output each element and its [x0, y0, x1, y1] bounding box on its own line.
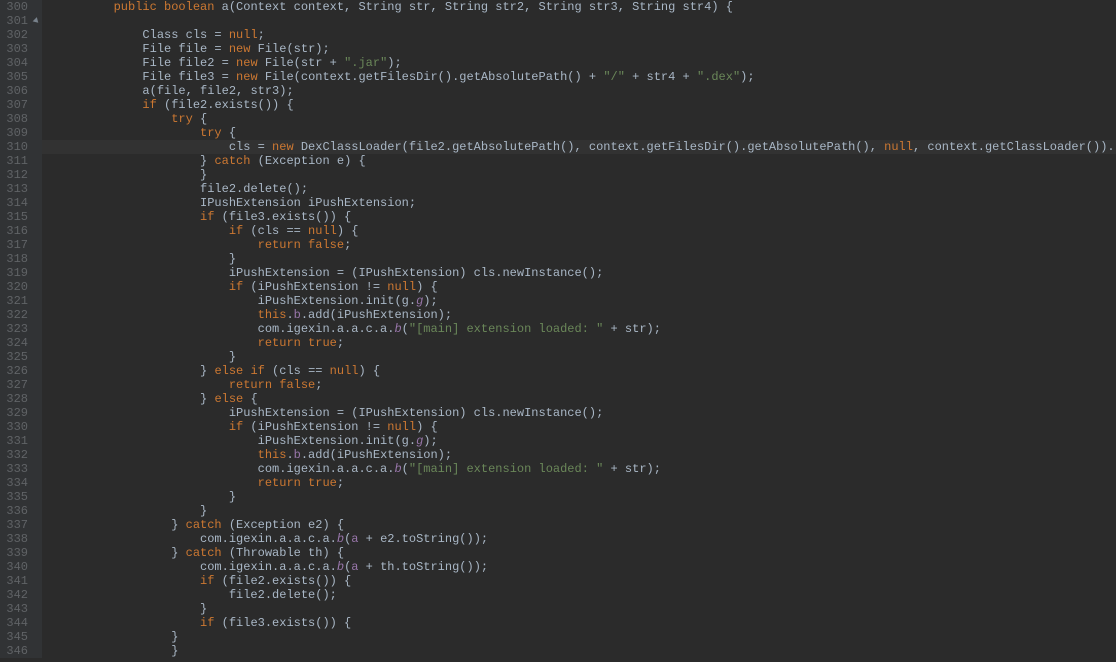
- code-line[interactable]: }: [56, 350, 1116, 364]
- line-number: 334: [0, 476, 28, 490]
- code-line[interactable]: cls = new DexClassLoader(file2.getAbsolu…: [42, 140, 1116, 154]
- line-number: 306: [0, 84, 28, 98]
- code-line[interactable]: try {: [56, 112, 1116, 126]
- code-line[interactable]: if (iPushExtension != null) {: [56, 280, 1116, 294]
- line-number: 333: [0, 462, 28, 476]
- line-number: 321: [0, 294, 28, 308]
- line-number: 339: [0, 546, 28, 560]
- code-line[interactable]: Class cls = null;: [56, 28, 1116, 42]
- line-number: 317: [0, 238, 28, 252]
- line-number: 305: [0, 70, 28, 84]
- code-line[interactable]: if (file3.exists()) {: [56, 210, 1116, 224]
- line-number: 308: [0, 112, 28, 126]
- code-line[interactable]: if (cls == null) {: [56, 224, 1116, 238]
- code-line[interactable]: return true;: [56, 476, 1116, 490]
- line-number: 304: [0, 56, 28, 70]
- line-number: 325: [0, 350, 28, 364]
- line-number: 343: [0, 602, 28, 616]
- code-line[interactable]: } else {: [56, 392, 1116, 406]
- code-line[interactable]: if (file2.exists()) {: [56, 98, 1116, 112]
- code-line[interactable]: File file3 = new File(context.getFilesDi…: [56, 70, 1116, 84]
- line-number: 336: [0, 504, 28, 518]
- line-number: 330: [0, 420, 28, 434]
- code-line[interactable]: if (file2.exists()) {: [56, 574, 1116, 588]
- code-area[interactable]: public boolean a(Context context, String…: [42, 0, 1116, 658]
- code-line[interactable]: public boolean a(Context context, String…: [56, 0, 1116, 14]
- code-line[interactable]: iPushExtension.init(g.g);: [56, 294, 1116, 308]
- code-line[interactable]: file2.delete();: [56, 588, 1116, 602]
- line-number: 328: [0, 392, 28, 406]
- line-number: 335: [0, 490, 28, 504]
- code-line[interactable]: com.igexin.a.a.c.a.b("[main] extension l…: [56, 462, 1116, 476]
- line-number: 307: [0, 98, 28, 112]
- line-number: 318: [0, 252, 28, 266]
- code-line[interactable]: this.b.add(iPushExtension);: [56, 308, 1116, 322]
- code-line[interactable]: } catch (Throwable th) {: [56, 546, 1116, 560]
- code-line[interactable]: } catch (Exception e) {: [56, 154, 1116, 168]
- code-line[interactable]: file2.delete();: [56, 182, 1116, 196]
- line-number: 337: [0, 518, 28, 532]
- line-number: 320: [0, 280, 28, 294]
- line-number: 322: [0, 308, 28, 322]
- code-line[interactable]: } else if (cls == null) {: [56, 364, 1116, 378]
- code-line[interactable]: com.igexin.a.a.c.a.b("[main] extension l…: [56, 322, 1116, 336]
- code-line[interactable]: com.igexin.a.a.c.a.b(a + th.toString());: [56, 560, 1116, 574]
- line-number: 324: [0, 336, 28, 350]
- code-line[interactable]: return false;: [56, 378, 1116, 392]
- code-line[interactable]: }: [56, 168, 1116, 182]
- code-line[interactable]: com.igexin.a.a.c.a.b(a + e2.toString());: [56, 532, 1116, 546]
- line-number: 326: [0, 364, 28, 378]
- line-number: 310: [0, 140, 28, 154]
- code-line[interactable]: }: [56, 630, 1116, 644]
- line-number: 323: [0, 322, 28, 336]
- code-editor[interactable]: 3003013023033043053063073083093103113123…: [0, 0, 1116, 658]
- line-number: 309: [0, 126, 28, 140]
- line-number: 315: [0, 210, 28, 224]
- code-line[interactable]: File file = new File(str);: [56, 42, 1116, 56]
- line-number: 313: [0, 182, 28, 196]
- line-number: 344: [0, 616, 28, 630]
- line-number: 332: [0, 448, 28, 462]
- code-line[interactable]: iPushExtension = (IPushExtension) cls.ne…: [56, 406, 1116, 420]
- code-line[interactable]: [56, 14, 1116, 28]
- code-line[interactable]: iPushExtension.init(g.g);: [56, 434, 1116, 448]
- line-number: 346: [0, 644, 28, 658]
- line-number: 327: [0, 378, 28, 392]
- line-number: 311: [0, 154, 28, 168]
- code-line[interactable]: this.b.add(iPushExtension);: [56, 448, 1116, 462]
- line-number: 329: [0, 406, 28, 420]
- line-number: 341: [0, 574, 28, 588]
- line-number: 312: [0, 168, 28, 182]
- code-line[interactable]: return false;: [56, 238, 1116, 252]
- code-line[interactable]: a(file, file2, str3);: [56, 84, 1116, 98]
- code-line[interactable]: File file2 = new File(str + ".jar");: [56, 56, 1116, 70]
- line-number: 301: [0, 14, 28, 28]
- code-line[interactable]: }: [56, 504, 1116, 518]
- line-number: 314: [0, 196, 28, 210]
- line-number: 331: [0, 434, 28, 448]
- line-number: 319: [0, 266, 28, 280]
- line-number: 316: [0, 224, 28, 238]
- line-number: 340: [0, 560, 28, 574]
- code-line[interactable]: }: [56, 252, 1116, 266]
- line-number: 300: [0, 0, 28, 14]
- code-line[interactable]: }: [56, 644, 1116, 658]
- code-line[interactable]: IPushExtension iPushExtension;: [56, 196, 1116, 210]
- code-line[interactable]: }: [56, 602, 1116, 616]
- line-number: 345: [0, 630, 28, 644]
- line-number: 338: [0, 532, 28, 546]
- line-number: 342: [0, 588, 28, 602]
- code-line[interactable]: if (iPushExtension != null) {: [56, 420, 1116, 434]
- code-line[interactable]: if (file3.exists()) {: [56, 616, 1116, 630]
- line-number: 302: [0, 28, 28, 42]
- code-line[interactable]: try {: [56, 126, 1116, 140]
- code-line[interactable]: iPushExtension = (IPushExtension) cls.ne…: [56, 266, 1116, 280]
- code-line[interactable]: }: [56, 490, 1116, 504]
- line-number-gutter: 3003013023033043053063073083093103113123…: [0, 0, 42, 658]
- line-number: 303: [0, 42, 28, 56]
- code-line[interactable]: return true;: [56, 336, 1116, 350]
- code-line[interactable]: } catch (Exception e2) {: [56, 518, 1116, 532]
